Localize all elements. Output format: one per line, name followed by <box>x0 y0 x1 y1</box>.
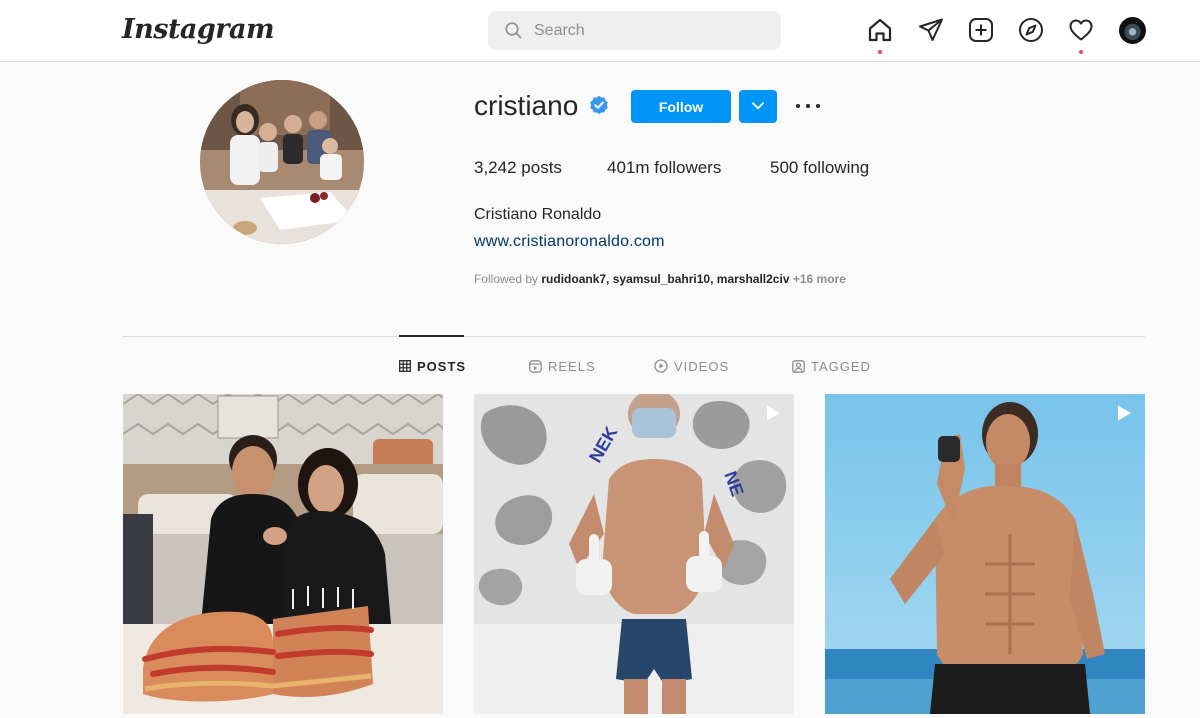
search-box[interactable] <box>488 11 781 50</box>
tab-videos[interactable]: VIDEOS <box>654 357 729 375</box>
activity-heart-icon <box>1069 19 1093 41</box>
profile-username: cristiano <box>474 90 579 121</box>
following-stat[interactable]: 500 following <box>770 158 869 178</box>
following-label: following <box>803 158 870 177</box>
followed-by-prefix: Followed by <box>474 272 539 286</box>
tab-posts[interactable]: POSTS <box>399 357 466 375</box>
profile-website-link[interactable]: www.cristianoronaldo.com <box>474 233 665 251</box>
explore-icon <box>1019 18 1043 42</box>
tab-videos-label: VIDEOS <box>674 358 730 374</box>
post-image-birthday-cake <box>123 394 443 714</box>
tab-reels-label: REELS <box>548 358 596 374</box>
more-options-icon <box>796 104 800 108</box>
home-icon <box>868 18 892 42</box>
profile-picture[interactable] <box>200 80 364 244</box>
new-post-icon <box>969 18 993 42</box>
activity-notification-dot <box>1079 50 1083 54</box>
tagged-icon <box>792 359 805 373</box>
home-notification-dot <box>878 50 882 54</box>
video-icon <box>654 359 668 373</box>
direct-messages-button[interactable] <box>918 17 944 43</box>
post-thumbnail[interactable] <box>123 394 443 714</box>
followers-count: 401m <box>607 158 650 177</box>
active-tab-indicator <box>399 335 464 337</box>
tab-reels[interactable]: REELS <box>529 357 596 375</box>
reels-icon <box>529 359 542 373</box>
top-navigation-bar: Instagram <box>0 0 1200 62</box>
follow-button[interactable]: Follow <box>631 90 731 123</box>
video-post-icon <box>767 405 780 421</box>
tab-tagged[interactable]: TAGGED <box>792 357 871 375</box>
post-thumbnail[interactable]: NEK NE <box>474 394 794 714</box>
followers-label: followers <box>654 158 722 177</box>
followed-by-names: rudidoank7, syamsul_bahri10, marshall2ci… <box>541 272 790 286</box>
post-image-gym-thumbs-up: NEK NE <box>474 394 794 714</box>
followers-stat[interactable]: 401m followers <box>607 158 721 178</box>
posts-count: 3,242 <box>474 158 517 177</box>
following-count: 500 <box>770 158 799 177</box>
post-thumbnail[interactable] <box>825 394 1145 714</box>
suggested-accounts-button[interactable] <box>739 90 777 123</box>
verified-badge-icon <box>590 95 608 115</box>
direct-message-icon <box>919 18 943 41</box>
search-icon <box>505 22 522 39</box>
home-button[interactable] <box>867 17 893 54</box>
explore-button[interactable] <box>1018 17 1044 43</box>
tabs-divider <box>122 336 1145 337</box>
followed-by-more: +16 more <box>792 272 846 286</box>
instagram-logo[interactable]: Instagram <box>122 14 275 45</box>
profile-full-name: Cristiano Ronaldo <box>474 206 602 223</box>
more-options-button[interactable] <box>794 96 822 116</box>
tab-tagged-label: TAGGED <box>811 358 871 374</box>
chevron-down-icon <box>752 102 764 110</box>
posts-label: posts <box>521 158 562 177</box>
video-post-icon <box>1118 405 1131 421</box>
posts-count-stat: 3,242 posts <box>474 158 562 178</box>
tab-posts-label: POSTS <box>417 358 467 374</box>
new-post-button[interactable] <box>968 17 994 43</box>
post-image-beach <box>825 394 1145 714</box>
followed-by-text[interactable]: Followed by rudidoank7, syamsul_bahri10,… <box>474 272 846 286</box>
grid-icon <box>399 360 411 372</box>
activity-button[interactable] <box>1068 17 1094 54</box>
profile-avatar[interactable] <box>1119 17 1146 44</box>
search-input[interactable] <box>534 11 764 50</box>
